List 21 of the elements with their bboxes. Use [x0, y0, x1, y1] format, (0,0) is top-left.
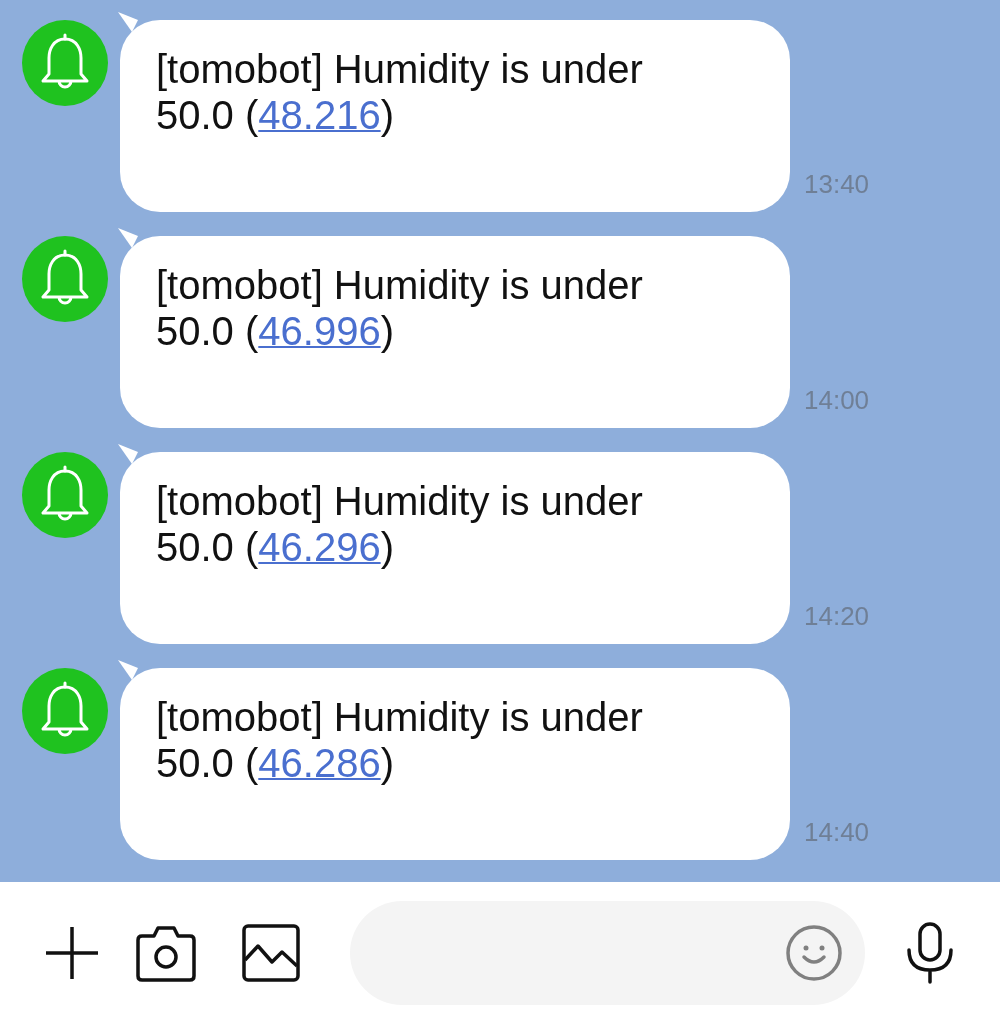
value-link[interactable]: 46.296: [258, 525, 381, 569]
message-time: 14:20: [804, 601, 870, 632]
value-link[interactable]: 48.216: [258, 93, 381, 137]
image-icon[interactable]: [242, 924, 300, 982]
bell-icon: [22, 20, 108, 106]
bell-icon: [22, 236, 108, 322]
plus-icon[interactable]: [44, 925, 100, 981]
value-link[interactable]: 46.286: [258, 741, 381, 785]
message-text: [tomobot] Humidity is under 50.0 (46.996): [156, 262, 644, 354]
message-text: [tomobot] Humidity is under 50.0 (46.296): [156, 478, 644, 570]
value-link[interactable]: 46.996: [258, 309, 381, 353]
message-text: [tomobot] Humidity is under 50.0 (46.286): [156, 694, 644, 786]
bell-icon: [22, 452, 108, 538]
camera-icon[interactable]: [136, 924, 196, 982]
message-time: 14:00: [804, 385, 870, 416]
message-time: 13:40: [804, 169, 870, 200]
message-text: [tomobot] Humidity is under 50.0 (48.216): [156, 46, 644, 138]
microphone-icon[interactable]: [905, 922, 955, 984]
bell-icon: [22, 668, 108, 754]
message-time: 14:40: [804, 817, 870, 848]
emoji-icon[interactable]: [785, 924, 843, 982]
